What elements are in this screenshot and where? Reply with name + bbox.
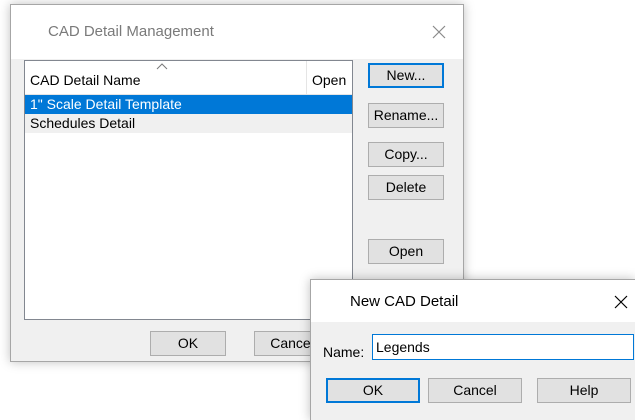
ok-button[interactable]: OK — [150, 331, 226, 356]
title-bar[interactable]: CAD Detail Management — [11, 5, 463, 59]
sub-cancel-button[interactable]: Cancel — [428, 378, 522, 403]
sub-ok-button[interactable]: OK — [326, 378, 420, 403]
help-button[interactable]: Help — [537, 378, 631, 403]
cad-detail-list[interactable]: CAD Detail Name Open 1" Scale Detail Tem… — [24, 60, 353, 320]
close-icon[interactable] — [427, 20, 451, 44]
new-cad-detail-dialog: New CAD Detail Name: Legends OK Cancel H… — [310, 279, 635, 420]
close-icon[interactable] — [609, 290, 633, 314]
rename-button[interactable]: Rename... — [368, 103, 444, 128]
new-button[interactable]: New... — [368, 63, 444, 88]
copy-button[interactable]: Copy... — [368, 142, 444, 167]
list-item-name: 1" Scale Detail Template — [30, 96, 182, 112]
sub-title-bar[interactable]: New CAD Detail — [311, 280, 635, 322]
name-field[interactable]: Legends — [372, 334, 634, 360]
column-header-open[interactable]: Open — [307, 61, 352, 94]
delete-button[interactable]: Delete — [368, 175, 444, 200]
column-header-name-label: CAD Detail Name — [30, 72, 141, 88]
name-label: Name: — [323, 344, 365, 360]
sort-ascending-icon — [156, 63, 168, 70]
column-header-name[interactable]: CAD Detail Name — [25, 61, 307, 94]
column-header-open-label: Open — [312, 72, 347, 88]
list-item[interactable]: Schedules Detail — [25, 114, 352, 133]
list-header: CAD Detail Name Open — [25, 61, 352, 95]
open-button[interactable]: Open — [368, 239, 444, 264]
list-item[interactable]: 1" Scale Detail Template — [25, 95, 352, 114]
list-item-name: Schedules Detail — [30, 115, 136, 131]
dialog-title: CAD Detail Management — [48, 23, 214, 40]
sub-dialog-title: New CAD Detail — [350, 293, 459, 310]
